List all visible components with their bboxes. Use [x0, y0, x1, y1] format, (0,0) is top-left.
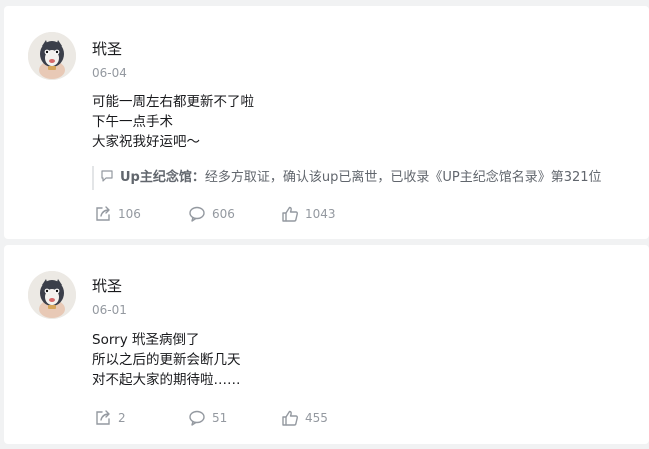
post-date: 06-01: [92, 303, 127, 317]
comment-count: 51: [212, 411, 228, 425]
avatar-icon: [28, 32, 76, 80]
quote-author[interactable]: Up主纪念馆：: [120, 170, 205, 185]
content-line: 下午一点手术: [92, 114, 173, 130]
post-card: 玳圣 06-04 可能一周左右都更新不了啦 下午一点手术 大家祝我好运吧～ Up…: [4, 6, 649, 239]
content-line: 大家祝我好运吧～: [92, 134, 200, 150]
like-icon: [282, 410, 298, 426]
comment-icon: [189, 206, 205, 222]
username[interactable]: 玳圣: [92, 38, 122, 59]
post-content: Sorry 玳圣病倒了 所以之后的更新会断几天 对不起大家的期待啦……: [92, 330, 241, 390]
post-content: 可能一周左右都更新不了啦 下午一点手术 大家祝我好运吧～: [92, 92, 254, 152]
comment-button[interactable]: 606: [188, 205, 235, 223]
quote-icon: [101, 170, 113, 182]
comment-count: 606: [212, 207, 235, 221]
content-line: 对不起大家的期待啦……: [92, 372, 241, 388]
avatar[interactable]: [28, 32, 76, 80]
like-button[interactable]: 1043: [281, 205, 336, 223]
share-button[interactable]: 106: [94, 205, 141, 223]
share-icon: [96, 206, 110, 221]
post-date: 06-04: [92, 66, 127, 80]
comment-icon: [189, 410, 205, 426]
like-count: 455: [305, 411, 328, 425]
content-line: 可能一周左右都更新不了啦: [92, 94, 254, 110]
quote-block[interactable]: Up主纪念馆：经多方取证，确认该up已离世，已收录《UP主纪念馆名录》第321位: [92, 166, 642, 190]
share-count: 106: [118, 207, 141, 221]
like-count: 1043: [305, 207, 336, 221]
quote-text: 经多方取证，确认该up已离世，已收录《UP主纪念馆名录》第321位: [204, 170, 602, 185]
like-icon: [282, 206, 298, 222]
avatar-icon: [28, 271, 76, 319]
username[interactable]: 玳圣: [92, 275, 122, 296]
avatar[interactable]: [28, 271, 76, 319]
share-button[interactable]: 2: [94, 409, 126, 427]
post-card: 玳圣 06-01 Sorry 玳圣病倒了 所以之后的更新会断几天 对不起大家的期…: [4, 245, 649, 444]
content-line: Sorry 玳圣病倒了: [92, 332, 200, 348]
like-button[interactable]: 455: [281, 409, 328, 427]
share-count: 2: [118, 411, 126, 425]
comment-button[interactable]: 51: [188, 409, 227, 427]
content-line: 所以之后的更新会断几天: [92, 352, 241, 368]
share-icon: [96, 410, 110, 425]
